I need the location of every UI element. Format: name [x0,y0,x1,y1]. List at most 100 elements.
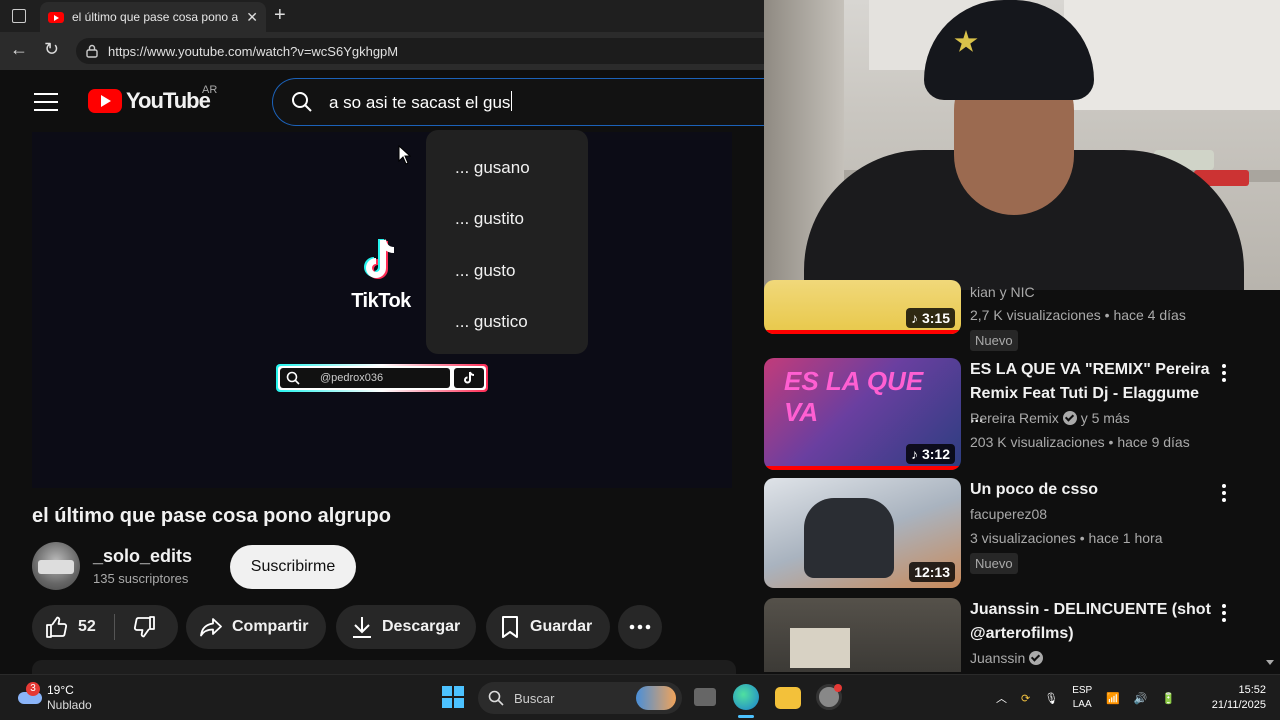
save-button[interactable]: Guardar [486,605,610,649]
microphone-icon[interactable]: 🎙 [1044,692,1058,705]
suggestion-item[interactable]: ... gusto [426,245,588,297]
tab-actions-icon[interactable] [12,9,26,23]
subscribe-button[interactable]: Suscribirme [230,545,356,589]
video-thumbnail[interactable] [764,598,961,672]
sync-icon[interactable]: ⟳ [1021,692,1030,705]
video-meta: 3 visualizaciones • hace 1 hora [970,530,1163,546]
youtube-favicon-icon [48,11,64,23]
video-thumbnail[interactable]: 12:13 [764,478,961,588]
channel-name[interactable]: _solo_edits [93,546,192,567]
save-label: Guardar [530,618,593,635]
share-button[interactable]: Compartir [186,605,326,649]
download-icon [353,617,371,638]
divider [113,614,115,640]
share-label: Compartir [232,618,309,635]
verified-check-icon [1062,411,1077,425]
volume-icon[interactable]: 🔊 [1134,692,1148,705]
search-suggestions: ... gusano ... gustito ... gusto ... gus… [426,130,588,354]
comments-section-edge [32,660,736,674]
youtube-play-icon [88,89,122,113]
download-label: Descargar [382,618,461,635]
recommendations-panel: ♪ 3:15 kian y NIC 2,7 K visualizaciones •… [764,280,1280,672]
duration-badge: ♪ 3:12 [905,444,955,464]
clock[interactable]: 15:52 21/11/2025 [1196,683,1266,713]
suggestion-item[interactable]: ... gusano [426,142,588,194]
shorts-icon: ♪ [910,446,918,462]
more-vertical-icon[interactable] [1220,484,1228,502]
webcam-overlay [764,0,1280,290]
input-language[interactable]: ESP LAA [1072,684,1092,712]
new-badge: Nuevo [970,553,1018,574]
watch-progress [764,466,961,470]
reload-icon[interactable]: ↻ [44,39,59,60]
more-actions-button[interactable] [618,605,662,649]
file-explorer-icon[interactable] [775,687,801,709]
video-title[interactable]: Juanssin - DELINCUENTE (shot @arterofilm… [970,598,1214,646]
tiktok-mini-logo-icon [454,368,484,388]
address-bar[interactable]: https://www.youtube.com/watch?v=wcS6Ygkh… [76,38,764,64]
wifi-icon[interactable]: 📶 [1106,692,1120,705]
back-arrow-icon[interactable]: ← [10,39,28,60]
windows-start-icon[interactable] [442,686,464,708]
search-input[interactable]: a so asi te sacast el gus [272,78,764,126]
verified-check-icon [1029,651,1044,665]
thumbs-up-icon[interactable] [44,614,70,640]
edge-browser-icon[interactable] [733,684,759,710]
tiktok-logo-icon [364,239,395,279]
tiktok-watermark: TikTok [340,236,422,313]
weather-alert-badge: 3 [26,682,40,696]
more-vertical-icon[interactable] [1220,364,1228,382]
channel-name: kian y NIC [970,284,1035,300]
like-count[interactable]: 52 [78,618,96,636]
region-code: AR [202,84,218,96]
search-icon [286,371,300,385]
temperature: 19°C [47,683,74,697]
tiktok-wordmark: TikTok [351,290,411,312]
suggestion-item[interactable]: ... gustito [426,194,588,246]
notification-dot [834,684,842,692]
more-vertical-icon[interactable] [1220,604,1228,622]
weather-cloud-icon[interactable]: 3 [16,682,44,710]
watch-progress [764,330,961,334]
active-app-indicator [738,715,754,718]
video-title[interactable]: Un poco de csso [970,478,1098,502]
taskbar-search-placeholder: Buscar [514,690,555,706]
browser-tab-bar: el último que pase cosa pono algr ✕ + [0,0,764,32]
channel-avatar[interactable] [32,542,80,590]
system-tray: ︿ ⟳ 🎙 ESP LAA 📶 🔊 🔋 [996,684,1175,712]
bookmark-icon [502,616,518,638]
tab-title: el último que pase cosa pono algr [72,10,239,24]
duration-badge: ♪ 3:15 [905,308,955,328]
video-thumbnail[interactable]: ES LA QUE VA ♪ 3:12 [764,358,961,470]
youtube-logo[interactable]: YouTube [88,88,211,114]
suggestion-item[interactable]: ... gustico [426,297,588,349]
close-tab-icon[interactable]: ✕ [246,9,258,26]
channel-name: Pereira Remix y 5 más [970,410,1130,426]
taskbar-search[interactable]: Buscar [478,682,682,714]
new-badge: Nuevo [970,330,1018,351]
share-icon [200,618,222,637]
task-view-icon[interactable] [694,688,716,706]
browser-tab[interactable]: el último que pase cosa pono algr ✕ [40,2,266,32]
video-meta: 203 K visualizaciones • hace 9 días [970,434,1190,450]
search-query-text: a so asi te sacast el gus [329,93,511,112]
download-button[interactable]: Descargar [336,605,476,649]
video-meta: 2,7 K visualizaciones • hace 4 días [970,307,1186,323]
scroll-down-arrow-icon[interactable] [1264,656,1276,668]
tiktok-handle: @pedrox036 [320,372,384,384]
search-icon [292,92,312,112]
mouse-cursor-icon [398,145,412,165]
video-title: el último que pase cosa pono algrupo [32,505,391,527]
chevron-up-icon[interactable]: ︿ [996,690,1007,706]
more-horizontal-icon [629,624,651,630]
tiktok-handle-bar: @pedrox036 [276,364,488,392]
battery-icon[interactable]: 🔋 [1162,692,1176,705]
weather-condition: Nublado [47,698,92,712]
search-highlight-icon [636,686,676,710]
new-tab-icon[interactable]: + [274,4,286,27]
url-text: https://www.youtube.com/watch?v=wcS6Ygkh… [108,43,399,59]
thumbs-down-icon[interactable] [131,614,157,640]
video-thumbnail[interactable]: ♪ 3:15 [764,280,961,334]
menu-icon[interactable] [34,93,58,111]
channel-name: facuperez08 [970,506,1048,522]
